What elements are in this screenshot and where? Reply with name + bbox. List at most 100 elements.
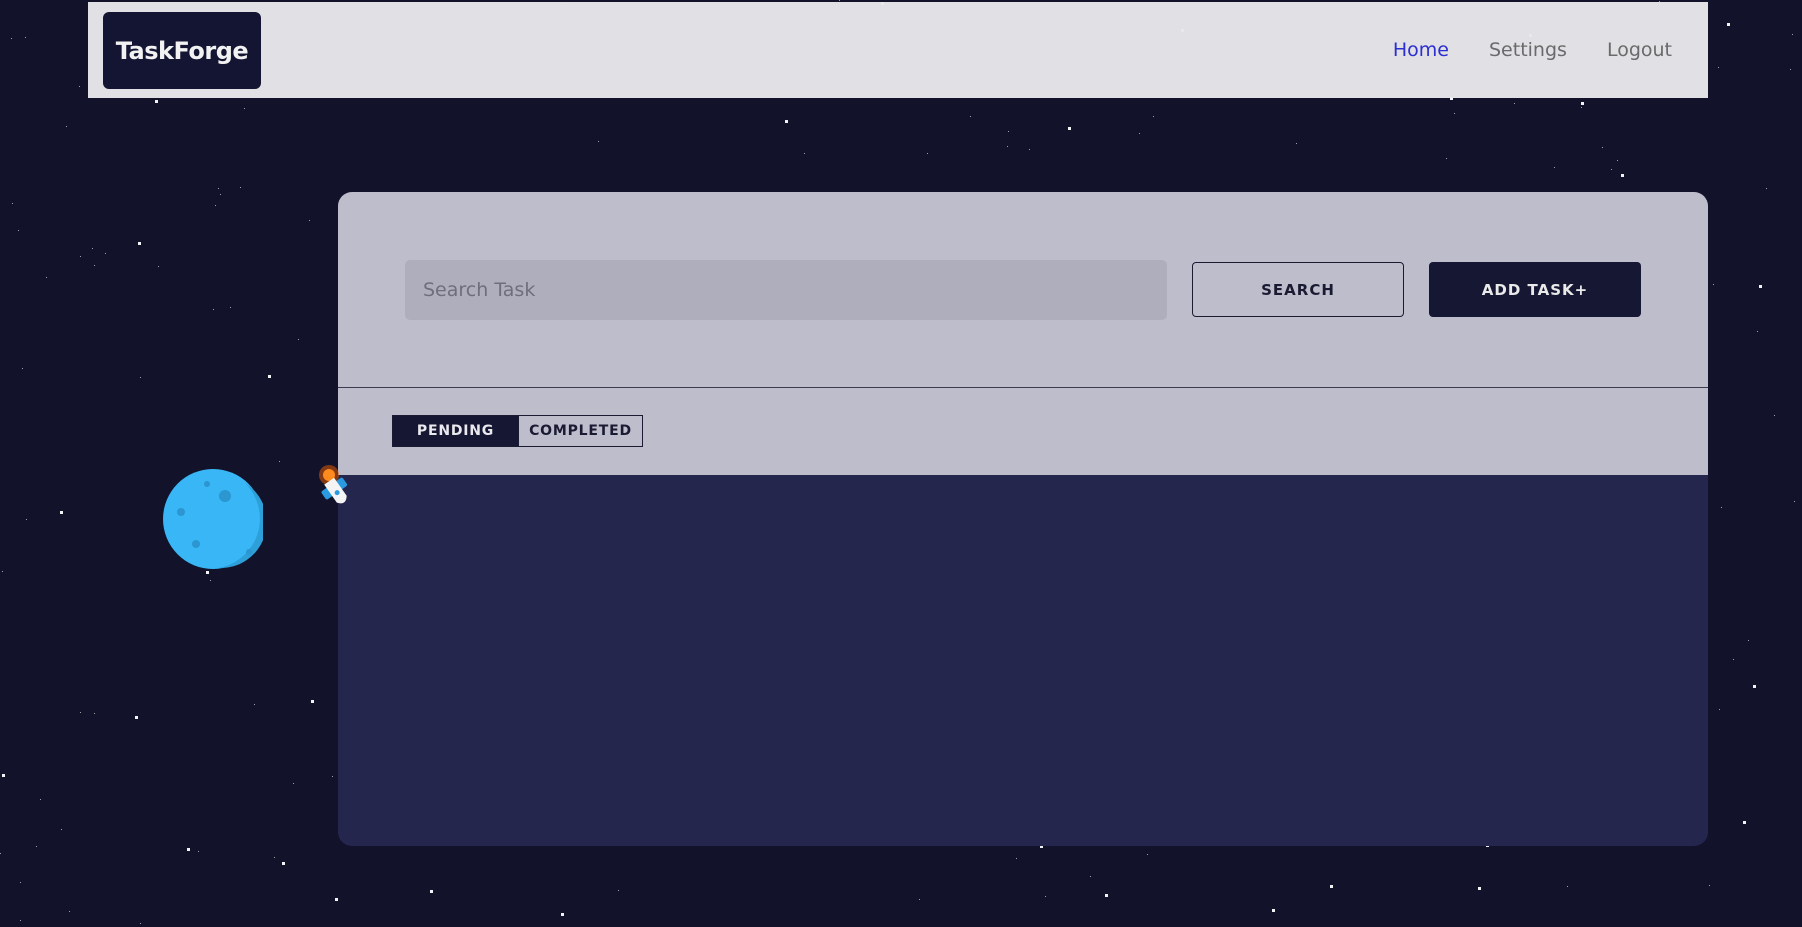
star [94,713,95,714]
search-input[interactable] [405,260,1167,320]
star [618,890,619,891]
planet-icon [163,469,267,569]
main-nav: Home Settings Logout [1393,2,1672,98]
star [1330,885,1333,888]
star [1105,894,1108,897]
star [1757,331,1758,332]
star [1139,133,1140,134]
star [2,571,3,572]
star [1719,709,1720,710]
star [1007,146,1008,147]
star [20,920,21,921]
star [268,375,271,378]
star [198,851,199,852]
star [335,898,338,901]
star [561,913,564,916]
search-button[interactable]: SEARCH [1192,262,1404,317]
star [1296,143,1297,144]
star [2,774,5,777]
star [1713,284,1714,285]
star [1153,116,1154,117]
star [66,126,67,127]
star [1147,854,1148,855]
star [105,253,106,254]
star [1794,501,1795,502]
star [1045,896,1046,897]
star [1068,127,1071,130]
star [80,712,81,713]
star [1753,685,1756,688]
star [240,187,241,188]
star [0,853,1,854]
star [36,846,37,847]
star [1567,886,1568,887]
star [274,857,275,858]
star [970,116,971,117]
star [92,248,93,249]
star [1709,885,1710,886]
tab-completed[interactable]: COMPLETED [518,416,642,446]
star [1272,909,1275,912]
star [26,519,27,520]
star [298,339,299,340]
star [79,86,80,87]
star [919,899,920,900]
star [1617,160,1618,161]
search-section: SEARCH ADD TASK+ [338,192,1708,388]
nav-home-link[interactable]: Home [1393,39,1449,61]
star [1748,640,1749,641]
star [1790,69,1791,70]
star [1029,149,1030,150]
star [332,776,333,777]
star [220,194,221,195]
star [215,205,216,206]
add-task-button[interactable]: ADD TASK+ [1429,262,1641,317]
status-tabs: PENDING COMPLETED [392,415,643,447]
star [1766,188,1767,189]
star [218,188,219,189]
star [210,580,211,581]
rocket-icon [316,463,356,513]
star [1759,285,1762,288]
star [12,203,13,204]
star [1008,131,1009,132]
star [22,368,23,369]
star [61,829,62,830]
star [1581,102,1584,105]
tab-pending[interactable]: PENDING [393,416,518,446]
brand-logo[interactable]: TaskForge [103,12,261,89]
star [25,37,26,38]
star [1774,415,1775,416]
star [206,571,209,574]
task-panel: SEARCH ADD TASK+ PENDING COMPLETED [338,192,1708,846]
star [282,862,285,865]
star [140,923,141,924]
star [1721,507,1722,508]
star [69,911,70,912]
star [293,783,294,784]
top-navbar: TaskForge Home Settings Logout [88,2,1708,98]
star [20,882,21,883]
star [309,220,310,221]
task-list [338,475,1708,846]
star [311,700,314,703]
star [94,265,95,266]
nav-logout-link[interactable]: Logout [1607,39,1672,61]
star [213,309,214,310]
star [430,890,433,893]
star [1514,103,1515,104]
star [785,120,788,123]
star [254,704,255,705]
star [1792,34,1793,35]
star [138,242,141,245]
star [40,799,41,800]
star [1621,174,1624,177]
star [1478,887,1481,890]
star [11,38,12,39]
star [1727,23,1730,26]
nav-settings-link[interactable]: Settings [1489,39,1567,61]
star [1733,659,1734,660]
star [1743,821,1746,824]
star [46,277,47,278]
star [1554,167,1555,168]
